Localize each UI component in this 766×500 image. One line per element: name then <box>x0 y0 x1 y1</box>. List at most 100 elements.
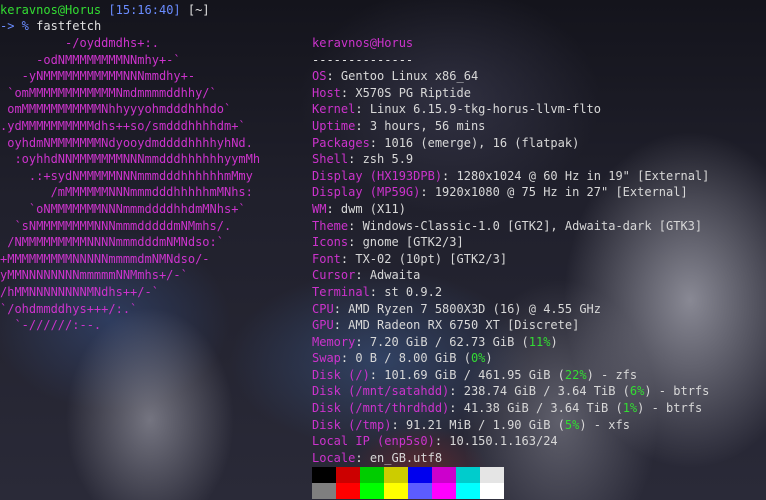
logo-line: `oNMMMMMMMNNNmmmddddhhdmMNhs+` <box>0 202 246 216</box>
logo-line: oyhdmNMMMMMMMNdyooydmddddhhhhyhNd. <box>0 135 253 150</box>
color-swatch <box>336 483 360 499</box>
info-row: Kernel: Linux 6.15.9-tkg-horus-llvm-flto <box>312 101 709 118</box>
color-swatch <box>384 467 408 483</box>
info-value: zsh 5.9 <box>362 152 414 167</box>
logo-line: yMMNNNNNNNNmmmmmNNMmhs+/-` <box>0 268 188 283</box>
terminal-window[interactable]: keravnos@Horus [15:16:40] [~] -> % fastf… <box>0 0 766 500</box>
info-key: Shell <box>312 152 349 167</box>
info-key: Display (HX193DPB) <box>312 168 443 183</box>
color-swatch <box>456 483 480 499</box>
logo-line: `/ohdmmddhys+++/:.` <box>0 301 138 316</box>
info-colon: : <box>340 85 356 100</box>
info-row: Shell: zsh 5.9 <box>312 151 709 168</box>
info-row: Memory: 7.20 GiB / 62.73 GiB (11%) <box>312 334 709 351</box>
info-value: 7.20 GiB / 62.73 GiB ( <box>369 334 529 349</box>
info-tail: ) - btrfs <box>644 384 710 399</box>
info-row: Packages: 1016 (emerge), 16 (flatpak) <box>312 135 709 152</box>
info-key: Uptime <box>312 118 356 133</box>
info-row: WM: dwm (X11) <box>312 201 709 218</box>
info-key: Cursor <box>312 268 356 283</box>
info-value: TX-02 (10pt) [GTK2/3] <box>355 251 508 266</box>
info-colon: : <box>449 384 464 399</box>
logo-line: /mMMMMMMNNNmmmdddhhhhhmMNhs: <box>0 185 253 200</box>
info-key: Font <box>312 251 341 266</box>
info-colon: : <box>355 450 370 465</box>
info-value: 1016 (emerge), 16 (flatpak) <box>384 135 580 150</box>
info-value: 1920x1080 @ 75 Hz in 27" [External] <box>434 185 688 200</box>
info-colon: : <box>348 235 363 250</box>
prompt-user-host: keravnos@Horus <box>0 3 102 17</box>
logo-line: `-//////:--. <box>0 318 102 333</box>
info-tail: ) <box>550 334 558 349</box>
info-value: 238.74 GiB / 3.64 TiB ( <box>463 384 630 399</box>
info-title: keravnos@Horus <box>312 36 414 50</box>
info-value: gnome [GTK2/3] <box>362 235 464 250</box>
info-colon: : <box>348 152 363 167</box>
info-key: Theme <box>312 218 349 233</box>
color-swatch <box>408 467 432 483</box>
info-colon: : <box>449 401 464 416</box>
logo-line: -odNMMMMMMMMNNmhy+-` <box>0 52 181 67</box>
info-value: 91.21 MiB / 1.90 GiB ( <box>405 417 565 432</box>
color-swatch <box>432 483 456 499</box>
prompt-line: keravnos@Horus [15:16:40] [~] <box>0 2 210 18</box>
info-key: GPU <box>312 318 334 333</box>
info-value: 10.150.1.163/24 <box>449 434 558 449</box>
command-line[interactable]: -> % fastfetch <box>0 18 101 34</box>
color-swatch <box>312 483 336 499</box>
info-row: Disk (/tmp): 91.21 MiB / 1.90 GiB (5%) -… <box>312 417 709 434</box>
info-tail: ) <box>485 351 493 366</box>
info-row: Cursor: Adwaita <box>312 267 709 284</box>
info-colon: : <box>326 69 341 84</box>
info-key: Icons <box>312 235 349 250</box>
info-row: CPU: AMD Ryzen 7 5800X3D (16) @ 4.55 GHz <box>312 301 709 318</box>
info-value: X570S PG Riptide <box>355 85 471 100</box>
prompt-marker: -> % <box>0 19 29 33</box>
info-percent: 22% <box>564 367 587 382</box>
info-row: Font: TX-02 (10pt) [GTK2/3] <box>312 251 709 268</box>
info-colon: : <box>369 135 385 150</box>
info-colon: : <box>333 301 349 316</box>
color-palette <box>312 467 508 500</box>
info-value: dwm (X11) <box>340 201 406 216</box>
info-colon: : <box>391 417 406 432</box>
info-key: Kernel <box>312 102 356 117</box>
info-row: Local IP (enp5s0): 10.150.1.163/24 <box>312 433 709 450</box>
info-row: OS: Gentoo Linux x86_64 <box>312 68 709 85</box>
info-value: 1280x1024 @ 60 Hz in 19" [External] <box>456 168 710 183</box>
info-row: GPU: AMD Radeon RX 6750 XT [Discrete] <box>312 317 709 334</box>
info-colon: : <box>340 351 356 366</box>
info-tail: ) - btrfs <box>637 401 703 416</box>
system-info-panel: keravnos@Horus -------------- OS: Gentoo… <box>312 35 709 466</box>
info-colon: : <box>333 318 349 333</box>
info-key: Display (MP59G) <box>312 185 421 200</box>
info-colon: : <box>355 102 370 117</box>
info-key: Memory <box>312 334 356 349</box>
logo-line: .:+sydNMMMMMNNNmmmdddhhhhhhmMmy <box>0 168 253 183</box>
info-row: Disk (/mnt/thrdhdd): 41.38 GiB / 3.64 Ti… <box>312 400 709 417</box>
info-row: Host: X570S PG Riptide <box>312 85 709 102</box>
info-colon: : <box>340 251 356 266</box>
info-value: en_GB.utf8 <box>369 450 443 465</box>
color-swatch <box>408 483 432 499</box>
info-percent: 11% <box>528 334 551 349</box>
info-key: Disk (/tmp) <box>312 417 392 432</box>
info-key: Host <box>312 85 341 100</box>
info-value: AMD Radeon RX 6750 XT [Discrete] <box>348 318 580 333</box>
info-key: CPU <box>312 301 334 316</box>
logo-line: `omMMMMMMMMMMMMNmdmmmmddhhy/` <box>0 85 217 100</box>
info-value: 41.38 GiB / 3.64 TiB ( <box>463 401 623 416</box>
info-value: 3 hours, 56 mins <box>369 118 486 133</box>
prompt-time: [15:16:40] <box>108 3 181 17</box>
info-key: Swap <box>312 351 341 366</box>
info-key: Disk (/mnt/satahdd) <box>312 384 450 399</box>
color-swatch <box>384 483 408 499</box>
info-colon: : <box>369 367 385 382</box>
info-percent: 0% <box>470 351 486 366</box>
info-row: Disk (/): 101.69 GiB / 461.95 GiB (22%) … <box>312 367 709 384</box>
logo-line: `sNMMMMMMMMNNNmmmdddddmNMmhs/. <box>0 218 232 233</box>
logo-line: :oyhhdNNMMMMMMMNNNmmdddhhhhhhyymMh <box>0 152 261 167</box>
command-text: fastfetch <box>36 19 102 33</box>
info-row: Icons: gnome [GTK2/3] <box>312 234 709 251</box>
info-percent: 5% <box>564 417 580 432</box>
